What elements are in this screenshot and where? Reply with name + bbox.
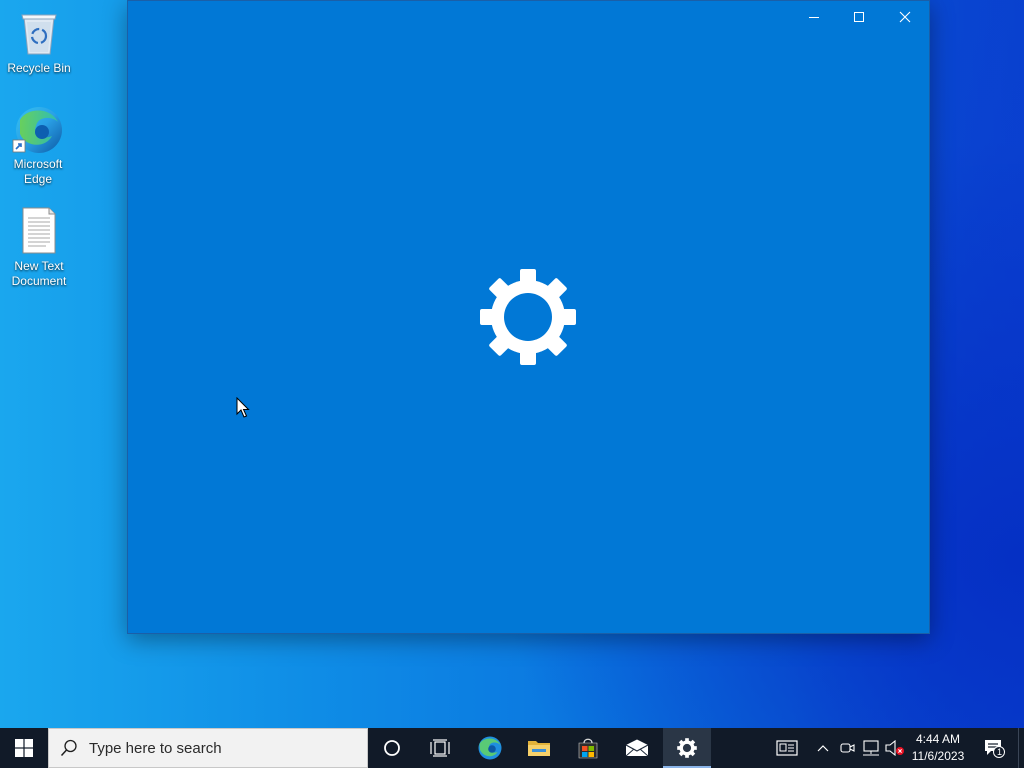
news-button[interactable] — [772, 728, 802, 768]
desktop-icon-new-text-document[interactable]: New Text Document — [1, 206, 77, 289]
edge-icon — [12, 104, 64, 154]
taskbar-settings-button[interactable] — [663, 728, 711, 768]
windows-logo-icon — [15, 739, 33, 757]
search-placeholder: Type here to search — [89, 740, 222, 757]
maximize-icon — [854, 12, 864, 22]
meet-now-icon — [840, 743, 855, 753]
taskbar-file-explorer-button[interactable] — [515, 728, 563, 768]
taskbar-store-button[interactable] — [564, 728, 612, 768]
notification-count-badge: 1 — [997, 747, 1003, 757]
meet-now-button[interactable] — [836, 728, 858, 768]
taskbar: Type here to search 4:44 AM 11/6/2023 1 — [0, 728, 1024, 768]
close-icon — [899, 11, 911, 23]
action-center-button[interactable]: 1 — [978, 728, 1010, 768]
minimize-button[interactable] — [791, 1, 837, 33]
taskbar-edge-button[interactable] — [466, 728, 514, 768]
task-view-button[interactable] — [416, 728, 464, 768]
desktop-icon-label: New Text Document — [11, 259, 67, 288]
chevron-up-icon — [817, 745, 829, 752]
recycle-bin-icon — [13, 8, 65, 58]
desktop-icon-label: Recycle Bin — [7, 61, 71, 75]
taskbar-mail-button[interactable] — [613, 728, 661, 768]
volume-button[interactable] — [883, 728, 907, 768]
cortana-button[interactable] — [368, 728, 416, 768]
text-file-icon — [13, 206, 65, 256]
gear-icon — [480, 269, 576, 365]
desktop-icon-recycle-bin[interactable]: Recycle Bin — [1, 8, 77, 76]
store-icon — [578, 738, 598, 759]
taskbar-clock[interactable]: 4:44 AM 11/6/2023 — [906, 731, 970, 765]
settings-icon — [677, 738, 697, 758]
news-icon — [776, 740, 798, 756]
mail-icon — [625, 739, 649, 757]
close-button[interactable] — [882, 1, 928, 33]
network-button[interactable] — [859, 728, 883, 768]
settings-window[interactable] — [127, 0, 930, 634]
maximize-button[interactable] — [836, 1, 882, 33]
edge-icon — [478, 736, 502, 760]
taskbar-search-box[interactable]: Type here to search — [48, 728, 368, 768]
desktop-icon-label: Microsoft Edge — [13, 157, 63, 186]
show-desktop-button[interactable] — [1018, 728, 1024, 768]
network-icon — [863, 740, 879, 756]
volume-muted-icon — [885, 740, 904, 756]
desktop-icon-microsoft-edge[interactable]: Microsoft Edge — [0, 104, 76, 187]
cortana-icon — [384, 740, 400, 756]
start-button[interactable] — [0, 728, 48, 768]
file-explorer-icon — [528, 741, 550, 756]
mouse-cursor-icon — [236, 397, 250, 418]
task-view-icon — [430, 739, 450, 757]
desktop: Recycle Bin Microsoft Edge New Text Docu… — [0, 0, 1024, 728]
show-hidden-icons-button[interactable] — [812, 728, 834, 768]
minimize-icon — [809, 17, 819, 18]
clock-date: 11/6/2023 — [911, 749, 965, 763]
search-icon — [60, 739, 77, 757]
clock-time: 4:44 AM — [915, 732, 961, 746]
